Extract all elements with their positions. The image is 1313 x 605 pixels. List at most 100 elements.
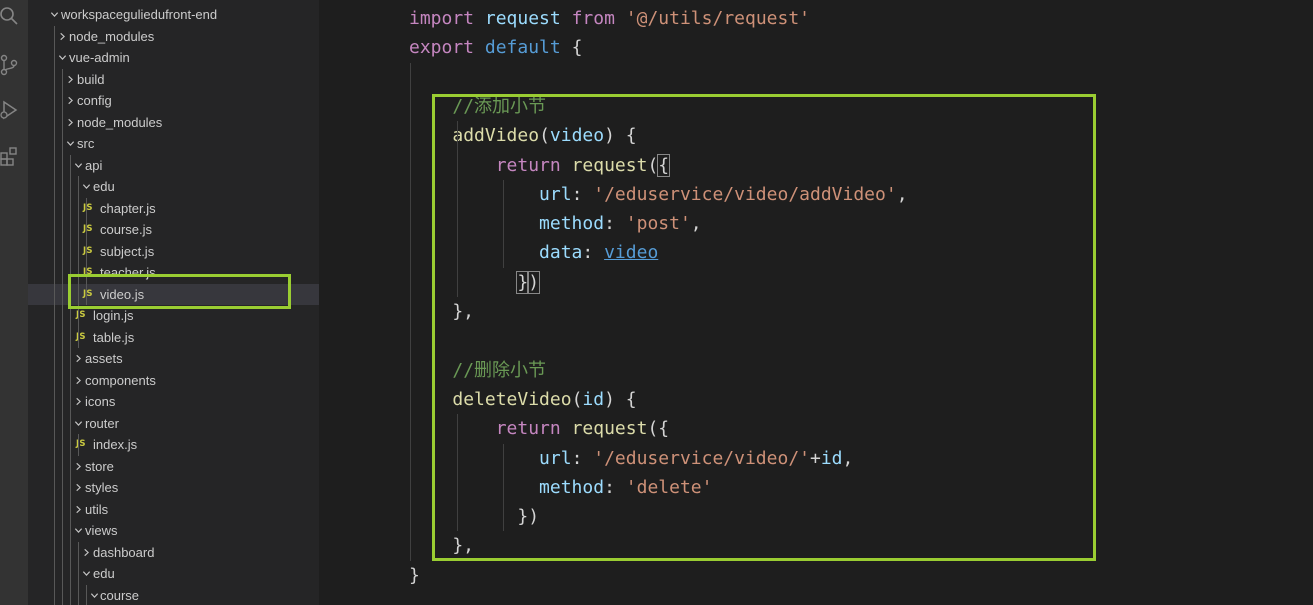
chevron-down-icon bbox=[49, 4, 59, 25]
tree-item-label: index.js bbox=[93, 437, 138, 452]
tree-file-item[interactable]: JS course.js bbox=[28, 219, 319, 240]
indent-guide bbox=[410, 62, 411, 561]
code-line[interactable]: export default { bbox=[409, 33, 582, 62]
tree-item-label: course.js bbox=[100, 222, 153, 237]
line-number bbox=[319, 414, 383, 443]
activity-bar bbox=[0, 0, 28, 605]
tree-item-label: workspaceguliedufront-end bbox=[61, 7, 218, 22]
code-token: } bbox=[409, 564, 420, 586]
tree-folder-item[interactable]: router bbox=[28, 413, 319, 434]
javascript-file-icon: JS bbox=[83, 202, 93, 213]
tree-file-item[interactable]: JS table.js bbox=[28, 327, 319, 348]
tree-item-label: views bbox=[85, 523, 118, 538]
tree-indent-guide bbox=[78, 541, 79, 605]
chevron-down-icon bbox=[73, 413, 83, 434]
line-number bbox=[319, 385, 383, 414]
chevron-down-icon bbox=[65, 133, 75, 154]
chevron-right-icon bbox=[73, 348, 83, 369]
line-number bbox=[319, 356, 383, 385]
tree-item-label: node_modules bbox=[77, 114, 163, 130]
tree-folder-item[interactable]: styles bbox=[28, 477, 319, 498]
line-number bbox=[319, 326, 383, 355]
tree-item-label: icons bbox=[85, 394, 116, 409]
line-number bbox=[319, 531, 383, 560]
line-number bbox=[319, 121, 383, 150]
line-number bbox=[319, 33, 383, 62]
code-line[interactable]: } bbox=[409, 561, 420, 590]
code-token: request bbox=[484, 8, 561, 29]
tree-folder-item[interactable]: node_modules bbox=[28, 112, 319, 133]
tree-folder-item[interactable]: node_modules bbox=[28, 26, 319, 47]
tree-folder-item[interactable]: dashboard bbox=[28, 542, 319, 563]
line-number bbox=[319, 473, 383, 502]
javascript-file-icon: JS bbox=[83, 245, 93, 256]
file-explorer: workspaceguliedufront-end node_modules vue… bbox=[28, 0, 319, 605]
tree-folder-item[interactable]: views bbox=[28, 520, 319, 541]
code-token: default bbox=[484, 37, 561, 59]
tree-folder-item[interactable]: src bbox=[28, 133, 319, 154]
code-editor[interactable]: import request from '@/utils/request' exp… bbox=[319, 0, 1313, 605]
tree-folder-item[interactable]: store bbox=[28, 456, 319, 477]
run-debug-icon[interactable] bbox=[0, 99, 18, 121]
tree-folder-item[interactable]: components bbox=[28, 370, 319, 391]
line-number bbox=[319, 63, 383, 92]
highlight-box bbox=[432, 94, 1096, 561]
javascript-file-icon: JS bbox=[83, 224, 93, 234]
line-number bbox=[319, 297, 383, 326]
tree-item-label: edu bbox=[93, 179, 115, 194]
source-control-icon[interactable] bbox=[0, 54, 18, 76]
tree-folder-item[interactable]: vue-admin bbox=[28, 47, 319, 68]
chevron-down-icon bbox=[81, 563, 91, 584]
line-number bbox=[319, 151, 383, 180]
chevron-right-icon bbox=[73, 456, 83, 477]
tree-item-label: vue-admin bbox=[69, 50, 130, 65]
chevron-down-icon bbox=[89, 585, 99, 605]
chevron-down-icon bbox=[73, 155, 83, 176]
tree-folder-item[interactable]: config bbox=[28, 90, 319, 111]
extensions-icon[interactable] bbox=[0, 145, 18, 167]
tree-folder-item[interactable]: edu bbox=[28, 176, 319, 197]
tree-item-label: src bbox=[77, 136, 95, 151]
tree-item-label: router bbox=[85, 415, 119, 431]
line-number bbox=[319, 238, 383, 267]
chevron-right-icon bbox=[65, 112, 75, 133]
tree-folder-item[interactable]: edu bbox=[28, 563, 319, 584]
tree-item-label: table.js bbox=[93, 329, 135, 345]
tree-folder-item[interactable]: icons bbox=[28, 391, 319, 412]
tree-file-item[interactable]: JS subject.js bbox=[28, 241, 319, 262]
tree-item-label: course bbox=[100, 587, 140, 603]
code-token: { bbox=[560, 37, 583, 59]
tree-item-label: assets bbox=[85, 351, 123, 366]
chevron-right-icon bbox=[65, 69, 75, 90]
tree-folder-item[interactable]: build bbox=[28, 69, 319, 90]
tree-folder-item[interactable]: workspaceguliedufront-end bbox=[28, 4, 319, 25]
search-icon[interactable] bbox=[0, 4, 18, 26]
chevron-down-icon bbox=[73, 520, 83, 541]
line-number bbox=[319, 561, 383, 590]
tree-indent-guide bbox=[54, 25, 55, 605]
tree-indent-guide bbox=[78, 434, 79, 456]
tree-item-label: config bbox=[77, 93, 112, 108]
line-number bbox=[319, 502, 383, 531]
line-number bbox=[319, 268, 383, 297]
line-number bbox=[319, 180, 383, 209]
tree-file-item[interactable]: JS chapter.js bbox=[28, 198, 319, 219]
tree-indent-guide bbox=[62, 68, 63, 605]
code-token: import bbox=[409, 8, 475, 29]
code-line[interactable]: import request from '@/utils/request' bbox=[409, 4, 810, 33]
code-token: from bbox=[571, 8, 615, 29]
tree-item-label: subject.js bbox=[100, 243, 155, 259]
tree-folder-item[interactable]: course bbox=[28, 585, 319, 605]
tree-folder-item[interactable]: utils bbox=[28, 499, 319, 520]
chevron-down-icon bbox=[57, 47, 67, 68]
tree-folder-item[interactable]: assets bbox=[28, 348, 319, 369]
tree-file-item[interactable]: JS index.js bbox=[28, 434, 319, 455]
chevron-right-icon bbox=[73, 370, 83, 391]
tree-folder-item[interactable]: api bbox=[28, 155, 319, 176]
line-number bbox=[319, 444, 383, 473]
tree-item-label: build bbox=[77, 71, 105, 87]
tree-item-label: api bbox=[85, 157, 103, 173]
tree-item-label: store bbox=[85, 458, 114, 474]
chevron-right-icon bbox=[73, 477, 83, 498]
